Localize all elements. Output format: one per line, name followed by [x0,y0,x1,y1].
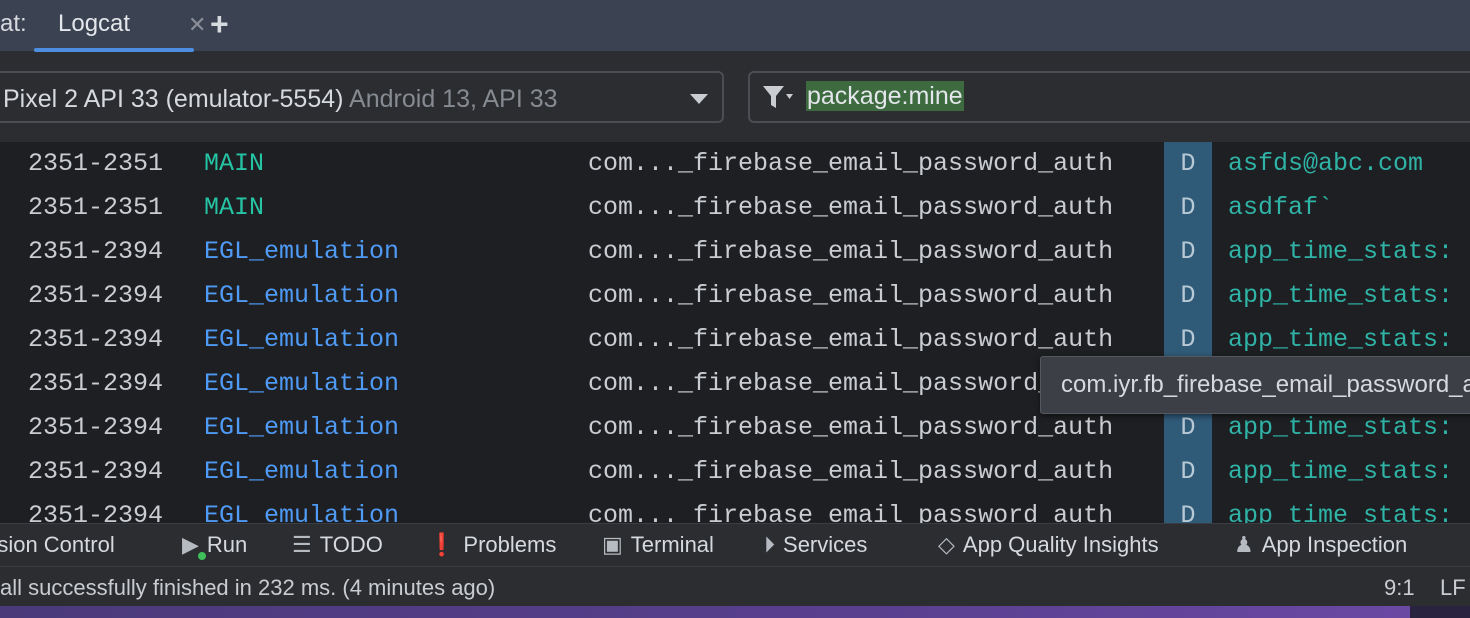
log-level-badge: D [1164,230,1212,274]
tooltip-text: com.iyr.fb_firebase_email_password_auth [1061,371,1470,398]
logcat-output[interactable]: 2351-2351 MAIN com..._firebase_email_passw… [0,142,1470,523]
toolwindow-label: Run [206,532,248,557]
filter-query[interactable]: package:mine [806,81,964,111]
log-message: asdfaf` [1228,193,1334,222]
device-detail: Android 13, API 33 [349,85,558,113]
device-name: Pixel 2 API 33 (emulator-5554) Android 1… [3,85,558,114]
log-package: com..._firebase_email_password_auth [588,281,1114,310]
device-name-text: Pixel 2 API 33 (emulator-5554) [3,85,344,113]
log-row[interactable]: 2351-2394 EGL_emulation com..._firebase_em… [0,230,1470,274]
package-tooltip: com.iyr.fb_firebase_email_password_auth [1040,356,1470,414]
app-inspection-icon: ♟ [1234,532,1254,557]
tab-bar-prefix: at: [0,10,27,37]
toolwindow-label: App Inspection [1261,532,1408,557]
log-level-badge: D [1164,450,1212,494]
device-dropdown[interactable]: Pixel 2 API 33 (emulator-5554) Android 1… [0,71,724,123]
toolwindow-services[interactable]: ⏵ Services [764,532,867,558]
services-icon: ⏵ [764,532,776,557]
tool-window-tab-bar: at: Logcat ✕ + [0,0,1470,52]
tab-logcat-label: Logcat [58,10,131,37]
log-package: com..._firebase_email_password_auth [588,149,1114,178]
toolwindow-app-quality[interactable]: ◇ App Quality Insights [938,532,1159,558]
toolwindow-app-inspection[interactable]: ♟ App Inspection [1234,532,1407,558]
log-message: app_time_stats: [1228,325,1454,354]
log-tag: EGL_emulation [204,281,400,310]
problems-icon: ❗ [428,532,456,557]
add-tab-button[interactable]: + [210,6,229,43]
logcat-toolbar: Pixel 2 API 33 (emulator-5554) Android 1… [0,52,1470,142]
log-pid: 2351-2394 [28,325,164,354]
log-pid: 2351-2351 [28,149,164,178]
toolwindow-terminal[interactable]: ▣ Terminal [602,532,714,558]
log-tag: EGL_emulation [204,237,400,266]
tool-windows-bar: rsion Control ▶ Run ☰ TODO ❗ Problems ▣ Terminal… [0,523,1470,565]
log-tag: EGL_emulation [204,325,400,354]
toolwindow-run[interactable]: ▶ Run [182,532,248,560]
tab-logcat[interactable]: Logcat ✕ [34,0,206,52]
log-pid: 2351-2394 [28,281,164,310]
toolwindow-label: TODO [319,532,383,557]
toolwindow-problems[interactable]: ❗ Problems [428,532,556,558]
log-package: com..._firebase_email_password_auth [588,413,1114,442]
log-message: app_time_stats: [1228,501,1454,523]
log-row[interactable]: 2351-2394 EGL_emulation com..._firebase_em… [0,450,1470,494]
log-pid: 2351-2394 [28,237,164,266]
log-level-badge: D [1164,142,1212,186]
log-package: com..._firebase_email_password_auth [588,501,1114,523]
log-message: app_time_stats: [1228,413,1454,442]
close-icon[interactable]: ✕ [188,12,206,38]
status-message[interactable]: all successfully finished in 232 ms. (4 … [0,575,495,601]
desktop-background [0,606,1470,618]
log-level-badge: D [1164,494,1212,523]
log-package: com..._firebase_email_password_auth [588,457,1114,486]
log-row[interactable]: 2351-2351 MAIN com..._firebase_email_passw… [0,142,1470,186]
log-row[interactable]: 2351-2394 EGL_emulation com..._firebase_em… [0,274,1470,318]
log-tag: EGL_emulation [204,413,400,442]
desktop-edge [1410,606,1470,618]
log-message: app_time_stats: [1228,281,1454,310]
toolwindow-label: rsion Control [0,532,115,557]
logcat-filter-input[interactable]: package:mine [748,71,1470,123]
toolwindow-version-control[interactable]: rsion Control [0,532,115,558]
toolwindow-todo[interactable]: ☰ TODO [292,532,383,558]
log-package: com..._firebase_email_password_auth [588,325,1114,354]
log-row[interactable]: 2351-2351 MAIN com..._firebase_email_passw… [0,186,1470,230]
toolwindow-label: Problems [463,532,557,557]
log-tag: EGL_emulation [204,501,400,523]
log-package: com..._firebase_email_password_auth [588,193,1114,222]
log-pid: 2351-2394 [28,413,164,442]
chevron-down-icon[interactable] [690,94,708,104]
toolwindow-label: Terminal [630,532,714,557]
log-package: com..._firebase_email_password_auth [588,369,1114,398]
line-ending[interactable]: LF [1440,575,1466,601]
log-tag: MAIN [204,193,265,222]
log-package: com..._firebase_email_password_auth [588,237,1114,266]
run-icon: ▶ [182,532,199,557]
app-quality-icon: ◇ [938,532,955,557]
log-message: app_time_stats: [1228,237,1454,266]
log-pid: 2351-2394 [28,501,164,523]
log-level-badge: D [1164,186,1212,230]
filter-icon[interactable] [762,84,794,112]
log-row[interactable]: 2351-2394 EGL_emulation com..._firebase_em… [0,494,1470,523]
log-pid: 2351-2394 [28,457,164,486]
todo-icon: ☰ [292,532,312,557]
log-pid: 2351-2351 [28,193,164,222]
log-tag: EGL_emulation [204,369,400,398]
log-tag: EGL_emulation [204,457,400,486]
log-level-badge: D [1164,274,1212,318]
terminal-icon: ▣ [602,532,623,557]
log-message: app_time_stats: [1228,457,1454,486]
toolwindow-label: Services [783,532,868,557]
toolwindow-label: App Quality Insights [962,532,1159,557]
run-status-dot [198,552,206,560]
caret-position[interactable]: 9:1 [1384,575,1415,601]
log-pid: 2351-2394 [28,369,164,398]
log-tag: MAIN [204,149,265,178]
status-bar: all successfully finished in 232 ms. (4 … [0,566,1470,606]
log-message: asfds@abc.com [1228,149,1424,178]
